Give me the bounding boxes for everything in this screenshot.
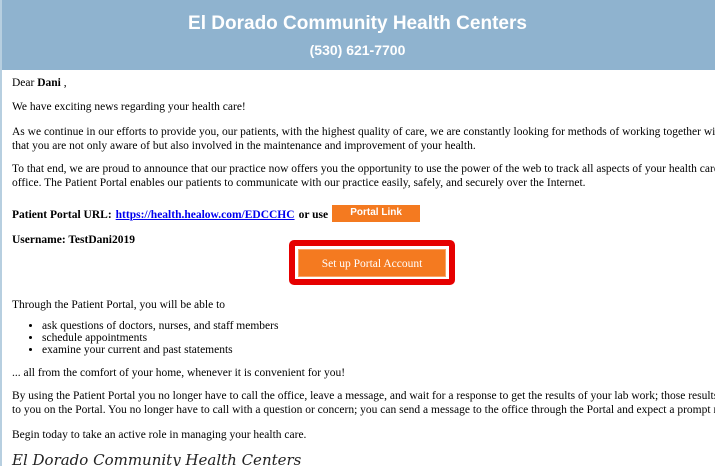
org-phone: (530) 621-7700 — [309, 42, 406, 58]
recipient-name: Dani — [37, 77, 61, 89]
greeting-suffix: , — [60, 77, 67, 89]
email-body: El Dorado Community Health Centers (530)… — [0, 0, 715, 466]
paragraph-1-line-2: that you are not only aware of but also … — [12, 140, 476, 152]
header-banner: El Dorado Community Health Centers (530)… — [2, 0, 715, 70]
org-name: El Dorado Community Health Centers — [188, 13, 527, 34]
comfort-line: ... all from the comfort of your home, w… — [12, 367, 346, 379]
paragraph-2: To that end, we are proud to announce th… — [12, 162, 715, 190]
portal-url-label: Patient Portal URL: — [12, 209, 112, 221]
list-item: ask questions of doctors, nurses, and st… — [42, 320, 715, 332]
greeting-prefix: Dear — [12, 77, 35, 89]
portal-url-link[interactable]: https://health.healow.com/EDCCHC — [116, 208, 295, 222]
list-item: schedule appointments — [42, 332, 715, 344]
greeting: Dear Dani , — [12, 76, 715, 90]
paragraph-3-line-1: By using the Patient Portal you no longe… — [12, 390, 715, 402]
paragraph-2-line-1: To that end, we are proud to announce th… — [12, 163, 715, 175]
feature-list: ask questions of doctors, nurses, and st… — [12, 320, 715, 356]
list-item: examine your current and past statements — [42, 344, 715, 356]
paragraph-1: As we continue in our efforts to provide… — [12, 125, 715, 153]
signature: El Dorado Community Health Centers — [12, 451, 302, 466]
or-use-text: or use — [298, 209, 329, 221]
news-line: We have exciting news regarding your hea… — [12, 101, 246, 113]
paragraph-3-line-2: to you on the Portal. You no longer have… — [12, 404, 715, 416]
portal-url-row: Patient Portal URL: https://health.healo… — [12, 204, 715, 224]
paragraph-2-line-2: office. The Patient Portal enables our p… — [12, 177, 586, 189]
paragraph-1-line-1: As we continue in our efforts to provide… — [12, 126, 715, 138]
setup-portal-account-button[interactable]: Set up Portal Account — [298, 249, 446, 277]
portal-link-button[interactable]: Portal Link — [332, 204, 421, 222]
paragraph-3: By using the Patient Portal you no longe… — [12, 389, 715, 417]
through-portal-text: Through the Patient Portal, you will be … — [12, 299, 226, 311]
closing-line: Begin today to take an active role in ma… — [12, 429, 307, 441]
setup-button-highlight: Set up Portal Account — [289, 240, 455, 285]
